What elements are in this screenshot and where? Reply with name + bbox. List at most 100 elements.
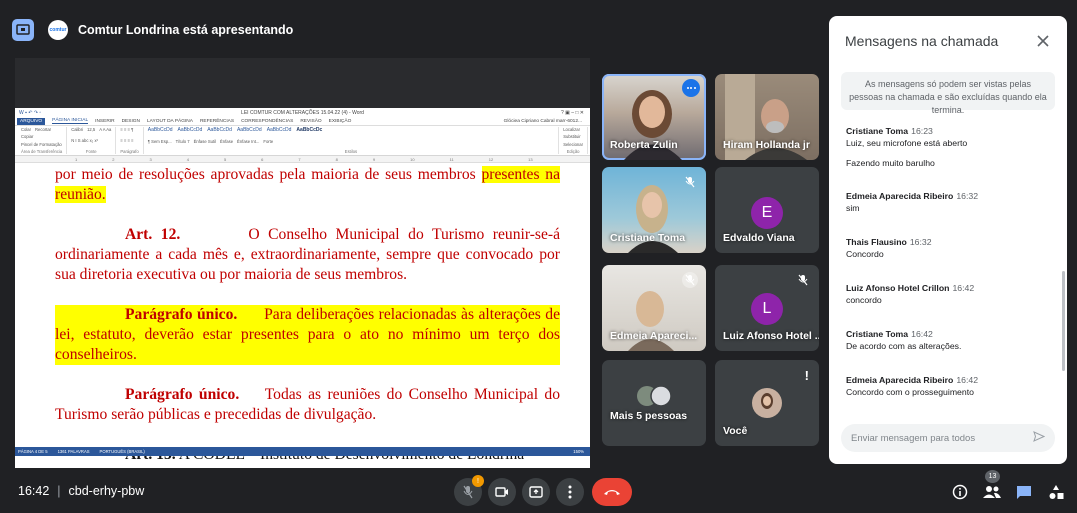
ruler-mark: 8 bbox=[335, 156, 338, 162]
chat-message: Thais Flausino 16:32 Concordo bbox=[846, 236, 1056, 260]
art-12-paragraph: Art. 12. O Conselho Municipal do Turismo… bbox=[55, 225, 560, 285]
tile-edmeia-aparecida[interactable]: Edmeia Apareci... bbox=[602, 265, 706, 351]
doc-text: por meio de resoluções aprovadas pela ma… bbox=[55, 166, 482, 183]
close-icon[interactable] bbox=[1033, 31, 1053, 51]
message-time: 16:42 bbox=[952, 283, 975, 293]
ribbon-clipboard-group: Colar Recortar Copiar Pincel de Formataçã… bbox=[17, 127, 68, 154]
clipboard-group-name: Área de Transferência bbox=[21, 148, 63, 154]
presentation-layout-button[interactable] bbox=[12, 19, 34, 41]
word-window-controls: ? ▣ – □ ✕ bbox=[560, 109, 584, 116]
word-tab-home: PÁGINA INICIAL bbox=[52, 118, 89, 124]
word-tab-design: DESIGN bbox=[121, 118, 140, 124]
tile-options-button[interactable] bbox=[682, 79, 700, 97]
presenter-logo-text: comtur bbox=[49, 27, 67, 33]
tile-cristiane-toma[interactable]: Cristiane Toma bbox=[602, 167, 706, 253]
message-sender: Cristiane Toma bbox=[846, 126, 909, 136]
format-painter-label: Pincel de Formatação bbox=[21, 141, 62, 147]
ruler-mark: 2 bbox=[112, 156, 115, 162]
align-tools-icon: ≡ ≡ ≡ ≡ bbox=[120, 138, 134, 143]
style-sample: AaBbCcDd bbox=[207, 127, 232, 133]
present-icon bbox=[529, 486, 543, 498]
message-text: Concordo com o prosseguimento bbox=[846, 387, 974, 397]
muted-mic-icon bbox=[682, 272, 698, 288]
avatar-initial: E bbox=[761, 204, 773, 221]
chat-button[interactable] bbox=[1010, 478, 1038, 506]
send-icon[interactable] bbox=[1033, 431, 1046, 445]
bottom-bar: 16:42 | cbd-erhy-pbw ! 13 bbox=[0, 470, 1077, 513]
style-sample: AaBbCcDd bbox=[177, 127, 203, 133]
tile-edvaldo-viana[interactable]: E Edvaldo Viana bbox=[715, 167, 819, 253]
style-sample: AaBbCcDd bbox=[236, 127, 262, 133]
ribbon-styles-group: AaBbCcDd AaBbCcDd AaBbCcDd AaBbCcDd AaBb… bbox=[144, 127, 560, 154]
message-sender: Thais Flausino bbox=[846, 237, 907, 247]
hang-up-icon bbox=[604, 490, 620, 495]
select-label: Selecionar bbox=[563, 141, 583, 147]
paragrafo-1: Parágrafo único. Para deliberações relac… bbox=[55, 305, 560, 365]
message-text: Fazendo muito barulho bbox=[846, 158, 935, 168]
word-user-name: Glóciea Cipriano Cabral marr-6012... bbox=[503, 118, 582, 124]
chat-message: Cristiane Toma 16:42 De acordo com as alt… bbox=[846, 328, 1056, 352]
word-tab-layout: LAYOUT DA PÁGINA bbox=[147, 118, 193, 124]
self-avatar bbox=[752, 388, 782, 418]
activities-button[interactable] bbox=[1042, 478, 1070, 506]
tile-more-people[interactable]: Mais 5 pessoas bbox=[602, 360, 706, 446]
chat-message-input[interactable] bbox=[851, 432, 1033, 444]
ruler-mark: 1 bbox=[75, 156, 78, 162]
avatar-initial: L bbox=[762, 300, 772, 317]
doc-line: por meio de resoluções aprovadas pela ma… bbox=[55, 165, 560, 205]
style-name: Ênfase bbox=[219, 138, 234, 144]
message-sender: Edmeia Aparecida Ribeiro bbox=[846, 191, 954, 201]
style-sample: AaBbCcDd bbox=[147, 127, 173, 133]
tile-name: Luiz Afonso Hotel ... bbox=[723, 330, 819, 342]
word-count: 1361 PALAVRAS bbox=[57, 449, 90, 454]
hang-up-button[interactable] bbox=[592, 478, 632, 506]
message-time: 16:23 bbox=[911, 126, 933, 136]
word-tab-insert: INSERIR bbox=[95, 118, 115, 124]
ruler-mark: 4 bbox=[186, 156, 189, 162]
editing-group-name: Edição bbox=[566, 148, 580, 154]
people-button[interactable]: 13 bbox=[978, 470, 1006, 506]
camera-icon bbox=[495, 487, 508, 497]
style-name: Forte bbox=[263, 138, 274, 144]
chat-scrollbar[interactable] bbox=[1062, 271, 1065, 371]
badge-text: ! bbox=[477, 477, 479, 485]
shared-screen[interactable]: W ▪ ↶ ↷ ▫ LEI COMTUR COM ALTERAÇÕES 15.0… bbox=[15, 58, 590, 468]
tile-luiz-afonso[interactable]: L Luiz Afonso Hotel ... bbox=[715, 265, 819, 351]
style-sample: AaBbCcDc bbox=[296, 127, 323, 133]
tile-hiram-hollanda[interactable]: Hiram Hollanda jr bbox=[715, 74, 819, 160]
muted-mic-icon bbox=[795, 272, 811, 288]
tile-name: Mais 5 pessoas bbox=[610, 410, 688, 422]
avatar: L bbox=[751, 293, 783, 325]
font-tools-icon: A A Aa bbox=[99, 127, 112, 132]
word-window-title: LEI COMTUR COM ALTERAÇÕES 15.04.22 (4) -… bbox=[241, 109, 364, 116]
zoom-level: 150% bbox=[573, 449, 584, 454]
avatar: E bbox=[751, 197, 783, 229]
chat-message: Luiz Afonso Hotel Crillon 16:42 concordo bbox=[846, 282, 1056, 306]
find-label: Localizar bbox=[563, 127, 580, 132]
more-options-button[interactable] bbox=[556, 478, 584, 506]
style-sample: AaBbCcDd bbox=[266, 127, 292, 133]
camera-button[interactable] bbox=[488, 478, 516, 506]
ruler-mark: 10 bbox=[410, 156, 415, 162]
chat-title: Mensagens na chamada bbox=[845, 33, 999, 49]
tile-roberta-zulin[interactable]: Roberta Zulin bbox=[602, 74, 706, 160]
ruler-mark: 7 bbox=[298, 156, 301, 162]
message-text: Concordo bbox=[846, 249, 884, 259]
meeting-details-button[interactable] bbox=[946, 478, 974, 506]
ribbon-paragraph-group: ≡ ≡ ≡ ¶ ≡ ≡ ≡ ≡ Parágrafo bbox=[116, 127, 144, 154]
tile-name: Você bbox=[723, 425, 748, 437]
message-text: concordo bbox=[846, 295, 882, 305]
word-titlebar: W ▪ ↶ ↷ ▫ LEI COMTUR COM ALTERAÇÕES 15.0… bbox=[15, 108, 590, 117]
chat-message: Edmeia Aparecida Ribeiro 16:42 Concordo c… bbox=[846, 374, 1056, 398]
people-count: 13 bbox=[988, 473, 997, 480]
present-button[interactable] bbox=[522, 478, 550, 506]
word-ruler: 1 2 3 4 5 6 7 8 9 10 11 12 13 bbox=[15, 156, 590, 163]
style-name: Ênfase Sutil bbox=[193, 138, 216, 144]
separator: | bbox=[57, 484, 61, 498]
people-count-badge: 13 bbox=[985, 470, 1000, 483]
meeting-info: 16:42 | cbd-erhy-pbw bbox=[18, 484, 144, 498]
tile-self-view[interactable]: ! Você bbox=[715, 360, 819, 446]
mic-button[interactable]: ! bbox=[454, 475, 484, 506]
meet-window: comtur Comtur Londrina está apresentando… bbox=[0, 0, 1077, 513]
presentation-bar: comtur Comtur Londrina está apresentando bbox=[0, 10, 820, 50]
